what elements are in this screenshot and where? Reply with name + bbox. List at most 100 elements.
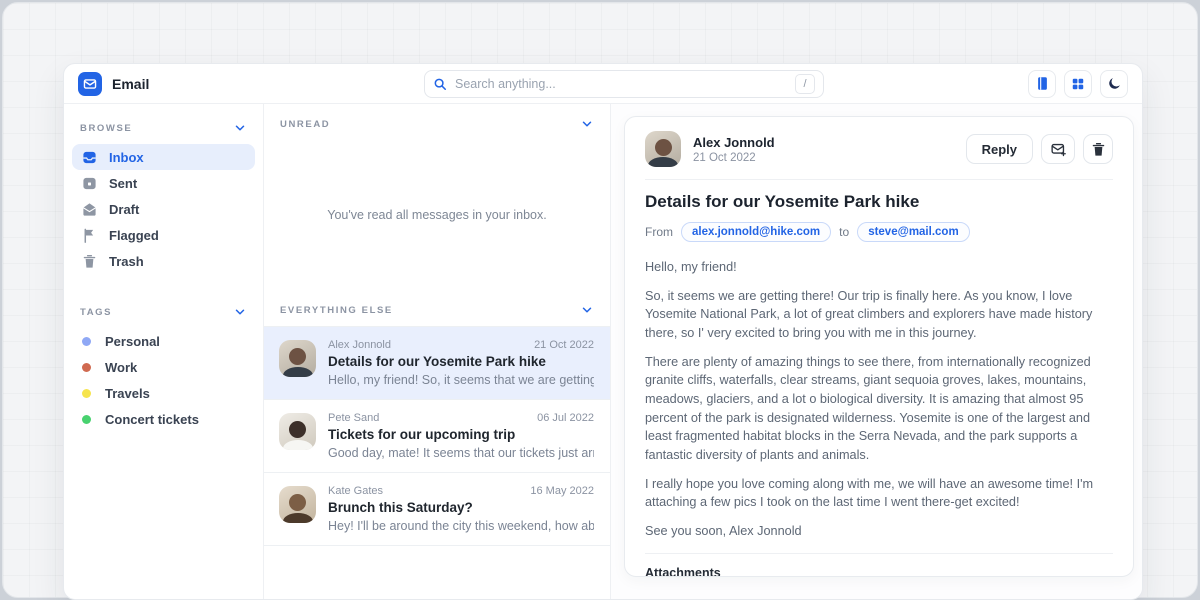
email-app-window: Email / [63, 63, 1143, 600]
tag-item-travels[interactable]: Travels [72, 380, 255, 406]
tags-section-title: TAGS [80, 307, 112, 318]
from-label: From [645, 225, 673, 239]
sidebar-item-label: Draft [109, 202, 139, 217]
email-subject: Brunch this Saturday? [328, 500, 594, 515]
from-email-chip[interactable]: alex.jonnold@hike.com [681, 222, 831, 242]
tag-color-dot [82, 337, 91, 346]
detail-header: Alex Jonnold 21 Oct 2022 Reply [645, 131, 1113, 167]
chevron-down-icon[interactable] [233, 305, 247, 319]
email-list-item-alex[interactable]: Alex Jonnold 21 Oct 2022 Details for our… [264, 327, 610, 400]
browse-section-header: BROWSE [64, 108, 263, 144]
tag-color-dot [82, 415, 91, 424]
forward-mail-button[interactable] [1041, 134, 1075, 164]
app-main: BROWSE Inbox Sent [64, 104, 1142, 599]
email-logo-icon [78, 72, 102, 96]
header-actions [1028, 70, 1128, 98]
sender-avatar [279, 486, 316, 523]
sidebar-item-label: Sent [109, 176, 137, 191]
attachments-label: Attachments [645, 566, 1113, 577]
detail-sender-name: Alex Jonnold [693, 135, 775, 150]
email-list-item-kate[interactable]: Kate Gates 16 May 2022 Brunch this Satur… [264, 473, 610, 546]
apps-grid-button[interactable] [1064, 70, 1092, 98]
tag-item-concert-tickets[interactable]: Concert tickets [72, 406, 255, 432]
tag-label: Personal [105, 334, 160, 349]
sidebar: BROWSE Inbox Sent [64, 104, 264, 599]
tag-label: Work [105, 360, 137, 375]
message-list-column: UNREAD You've read all messages in your … [264, 104, 611, 599]
email-preview: Hello, my friend! So, it seems that we a… [328, 373, 594, 387]
unread-section-title: UNREAD [280, 119, 330, 130]
sidebar-item-inbox[interactable]: Inbox [72, 144, 255, 170]
search-shortcut-badge: / [795, 74, 815, 94]
email-detail-column: Alex Jonnold 21 Oct 2022 Reply [611, 104, 1142, 599]
notebook-button[interactable] [1028, 70, 1056, 98]
sidebar-item-label: Flagged [109, 228, 159, 243]
inbox-icon [82, 150, 97, 165]
trash-icon [82, 254, 97, 269]
everything-else-section-title: EVERYTHING ELSE [280, 305, 393, 316]
reply-button[interactable]: Reply [966, 134, 1033, 164]
chevron-down-icon[interactable] [233, 121, 247, 135]
search-icon [433, 77, 447, 91]
browse-section-title: BROWSE [80, 123, 132, 134]
tag-item-work[interactable]: Work [72, 354, 255, 380]
unread-section-header: UNREAD [264, 104, 610, 140]
app-header: Email / [64, 64, 1142, 104]
email-date: 16 May 2022 [530, 485, 594, 497]
draft-icon [82, 202, 97, 217]
body-paragraph: I really hope you love coming along with… [645, 475, 1113, 512]
flag-icon [82, 228, 97, 243]
search-input[interactable] [455, 77, 795, 91]
email-subject: Tickets for our upcoming trip [328, 427, 594, 442]
unread-empty-message: You've read all messages in your inbox. [264, 140, 610, 290]
desktop-background: Email / [2, 2, 1198, 598]
tag-color-dot [82, 389, 91, 398]
detail-subject: Details for our Yosemite Park hike [645, 192, 1113, 212]
app-title: Email [112, 76, 149, 92]
trash-icon [1091, 142, 1106, 157]
email-detail-card: Alex Jonnold 21 Oct 2022 Reply [624, 116, 1134, 577]
delete-email-button[interactable] [1083, 134, 1113, 164]
sidebar-item-label: Inbox [109, 150, 144, 165]
email-sender: Pete Sand [328, 412, 379, 424]
email-preview: Hey! I'll be around the city this weeken… [328, 519, 594, 533]
email-subject: Details for our Yosemite Park hike [328, 354, 594, 369]
tags-section-header: TAGS [64, 292, 263, 328]
tag-label: Concert tickets [105, 412, 199, 427]
detail-date: 21 Oct 2022 [693, 152, 775, 164]
email-date: 06 Jul 2022 [537, 412, 594, 424]
chevron-down-icon[interactable] [580, 303, 594, 317]
sidebar-item-draft[interactable]: Draft [72, 196, 255, 222]
everything-else-section-header: EVERYTHING ELSE [264, 290, 610, 326]
body-paragraph: There are plenty of amazing things to se… [645, 353, 1113, 465]
apps-grid-icon [1071, 77, 1085, 91]
sidebar-item-sent[interactable]: Sent [72, 170, 255, 196]
sidebar-item-label: Trash [109, 254, 144, 269]
divider [645, 553, 1113, 554]
tag-item-personal[interactable]: Personal [72, 328, 255, 354]
email-sender: Alex Jonnold [328, 339, 391, 351]
sender-avatar [279, 413, 316, 450]
divider [645, 179, 1113, 180]
sent-icon [82, 176, 97, 191]
tag-color-dot [82, 363, 91, 372]
email-list-item-pete[interactable]: Pete Sand 06 Jul 2022 Tickets for our up… [264, 400, 610, 473]
dark-mode-moon-icon [1107, 76, 1122, 91]
sender-avatar [645, 131, 681, 167]
sidebar-item-flagged[interactable]: Flagged [72, 222, 255, 248]
sidebar-item-trash[interactable]: Trash [72, 248, 255, 274]
chevron-down-icon[interactable] [580, 117, 594, 131]
dark-mode-button[interactable] [1100, 70, 1128, 98]
body-paragraph: So, it seems we are getting there! Our t… [645, 287, 1113, 343]
email-list: Alex Jonnold 21 Oct 2022 Details for our… [264, 326, 610, 546]
email-date: 21 Oct 2022 [534, 339, 594, 351]
notebook-icon [1035, 76, 1050, 91]
email-sender: Kate Gates [328, 485, 383, 497]
search-bar[interactable]: / [424, 70, 824, 98]
detail-actions: Reply [966, 134, 1113, 164]
body-paragraph: See you soon, Alex Jonnold [645, 522, 1113, 541]
sender-avatar [279, 340, 316, 377]
body-paragraph: Hello, my friend! [645, 258, 1113, 277]
to-label: to [839, 225, 849, 239]
to-email-chip[interactable]: steve@mail.com [857, 222, 969, 242]
